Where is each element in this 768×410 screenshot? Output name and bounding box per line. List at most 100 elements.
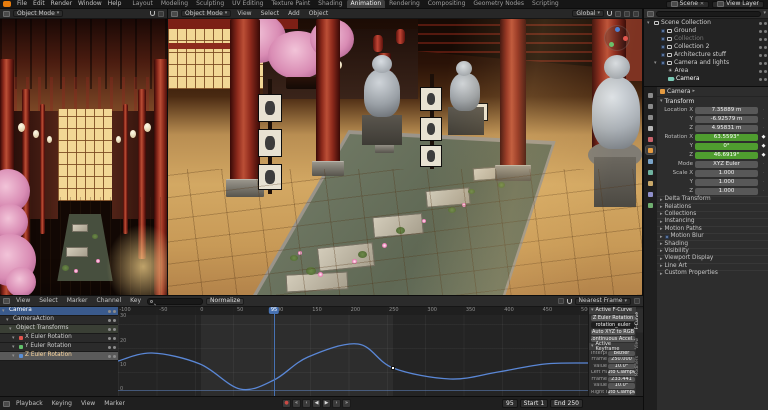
normalize-button[interactable]: Normalize (206, 297, 245, 305)
start-frame-field[interactable]: Start 1 (519, 399, 549, 408)
graph-menu-key[interactable]: Key (127, 298, 144, 304)
collapse-arrow-icon[interactable]: ▾ (647, 20, 652, 26)
outliner-row-area[interactable]: ☀ Area (644, 67, 768, 75)
proportional-editing-toggle[interactable] (634, 298, 640, 304)
channel-filter-input[interactable] (147, 297, 204, 305)
mute-channel-icon[interactable] (108, 354, 111, 358)
left-handle-frame-field[interactable]: 233.441 (608, 376, 635, 382)
active-keyframe-panel-header[interactable]: ▾ Active Keyframe (589, 341, 637, 351)
section-custom-properties[interactable]: ▸ Custom Properties (657, 269, 768, 278)
transform-field-location-x[interactable]: 7.35889 m (695, 107, 758, 114)
right-handle-type-dropdown[interactable]: Auto Clamped (608, 389, 635, 395)
rna-path-field[interactable]: rotation_euler (591, 322, 635, 328)
workspace-tab-animation[interactable]: Animation (346, 0, 386, 8)
snap-magnet-icon[interactable] (566, 298, 572, 304)
transform-field-y[interactable]: 0° (695, 143, 758, 150)
channel-arrow-icon[interactable]: ▾ (9, 326, 14, 332)
properties-tab-render[interactable] (646, 91, 655, 99)
disable-in-renders-icon[interactable] (764, 53, 767, 57)
outliner-search-input[interactable] (656, 10, 762, 17)
mute-channel-icon[interactable] (108, 336, 111, 340)
graph-menu-channel[interactable]: Channel (94, 298, 125, 304)
channel-arrow-icon[interactable]: ▾ (2, 308, 7, 314)
transform-field-rotation-x[interactable]: 63.5593° (695, 134, 758, 141)
workspace-tab-layout[interactable]: Layout (128, 0, 156, 8)
shading-toggle[interactable] (633, 10, 639, 17)
outliner-row-architecture-stuff[interactable]: Architecture stuff (644, 51, 768, 59)
outliner-row-ground[interactable]: Ground (644, 27, 768, 35)
section-visibility[interactable]: ▸ Visibility (657, 247, 768, 256)
transform-panel-header[interactable]: ▾ Transform (657, 97, 768, 106)
breadcrumb-object-name[interactable]: Camera (667, 88, 691, 95)
disable-in-renders-icon[interactable] (764, 37, 767, 41)
section-relations[interactable]: ▸ Relations (657, 203, 768, 211)
channel-x-euler-rotation[interactable]: ▾ X Euler Rotation (0, 334, 118, 343)
workspace-tab-scripting[interactable]: Scripting (528, 0, 563, 8)
workspace-tab-uv-editing[interactable]: UV Editing (228, 0, 267, 8)
keyframe-toggle[interactable]: · (760, 108, 767, 113)
viewport-menu-object[interactable]: Object (306, 10, 332, 17)
timeline-menu-keying[interactable]: Keying (49, 400, 75, 407)
gizmo-x-axis[interactable] (623, 36, 628, 41)
properties-tab-physics[interactable] (646, 179, 655, 187)
snap-magnet-icon[interactable] (607, 11, 612, 16)
properties-tab-object-data[interactable] (646, 201, 655, 209)
properties-tab-scene[interactable] (646, 124, 655, 132)
graph-menu-view[interactable]: View (13, 298, 33, 304)
color-mode-dropdown[interactable]: Auto XYZ to RGB (591, 329, 635, 335)
properties-tab-world[interactable] (646, 135, 655, 143)
keyframe-toggle[interactable]: · (760, 162, 767, 167)
selected-keyframe[interactable] (391, 366, 395, 370)
transform-field-y[interactable]: -6.92579 m (695, 116, 758, 123)
disable-in-renders-icon[interactable] (764, 77, 767, 81)
mute-channel-icon[interactable] (108, 318, 111, 322)
mute-channel-icon[interactable] (108, 309, 111, 313)
channel-arrow-icon[interactable]: ▾ (6, 317, 11, 323)
disable-in-renders-icon[interactable] (764, 21, 767, 25)
menu-window[interactable]: Window (75, 1, 105, 7)
hide-in-viewport-icon[interactable] (759, 21, 762, 25)
left-handle-value-field[interactable]: 10.0° (608, 383, 635, 389)
viewport-menu-view[interactable]: View (234, 10, 254, 17)
sidebar-tab-view[interactable]: View (635, 335, 643, 352)
properties-tab-view-layer[interactable] (646, 113, 655, 121)
prev-keyframe-button[interactable]: ‹ (302, 399, 311, 408)
collection-checkbox[interactable] (661, 45, 665, 49)
lock-channel-icon[interactable] (113, 309, 116, 313)
jump-start-button[interactable]: « (292, 399, 301, 408)
workspace-tab-modeling[interactable]: Modeling (157, 0, 192, 8)
mode-dropdown[interactable]: Object Mode ▾ (181, 10, 232, 17)
keyframe-toggle[interactable]: · (760, 180, 767, 185)
collection-checkbox[interactable] (661, 61, 665, 65)
play-reverse-button[interactable]: ◀ (312, 399, 321, 408)
workspace-tab-texture-paint[interactable]: Texture Paint (267, 0, 314, 8)
timeline-menu-marker[interactable]: Marker (101, 400, 128, 407)
record-button[interactable]: ● (282, 399, 291, 408)
gizmo-z-axis[interactable] (615, 27, 620, 32)
graph-menu-marker[interactable]: Marker (64, 298, 91, 304)
workspace-tab-rendering[interactable]: Rendering (385, 0, 424, 8)
key-value-field[interactable]: 10.0° (608, 363, 635, 369)
keyframe-toggle[interactable]: ◆ (760, 153, 767, 158)
disable-in-renders-icon[interactable] (764, 29, 767, 33)
keyframe-toggle[interactable]: · (760, 126, 767, 131)
scene-selector[interactable]: Scene ✕ (665, 0, 710, 8)
jump-end-button[interactable]: » (342, 399, 351, 408)
gizmos-toggle[interactable] (615, 10, 621, 17)
gizmo-y-axis[interactable] (609, 42, 614, 47)
editor-type-icon[interactable] (3, 298, 10, 304)
blender-logo-icon[interactable] (3, 1, 11, 7)
cursor-toggle[interactable] (557, 298, 564, 304)
keyframe-toggle[interactable]: ◆ (760, 144, 767, 149)
mode-dropdown[interactable]: Object Mode ▾ (13, 10, 64, 17)
interpolation-dropdown[interactable]: Bezier (608, 350, 635, 356)
frame-ruler[interactable]: -100-50050100150200250300350400450500 (118, 307, 591, 315)
menu-edit[interactable]: Edit (30, 1, 48, 7)
camera-viewport-canvas[interactable] (0, 19, 167, 295)
outliner-row-collection[interactable]: Collection (644, 35, 768, 43)
hide-in-viewport-icon[interactable] (759, 45, 762, 49)
menu-help[interactable]: Help (105, 1, 125, 7)
transform-field-mode[interactable]: XYZ Euler (695, 161, 758, 168)
channel-cameraaction[interactable]: ▾ CameraAction (0, 316, 118, 325)
graph-canvas[interactable] (118, 307, 588, 397)
